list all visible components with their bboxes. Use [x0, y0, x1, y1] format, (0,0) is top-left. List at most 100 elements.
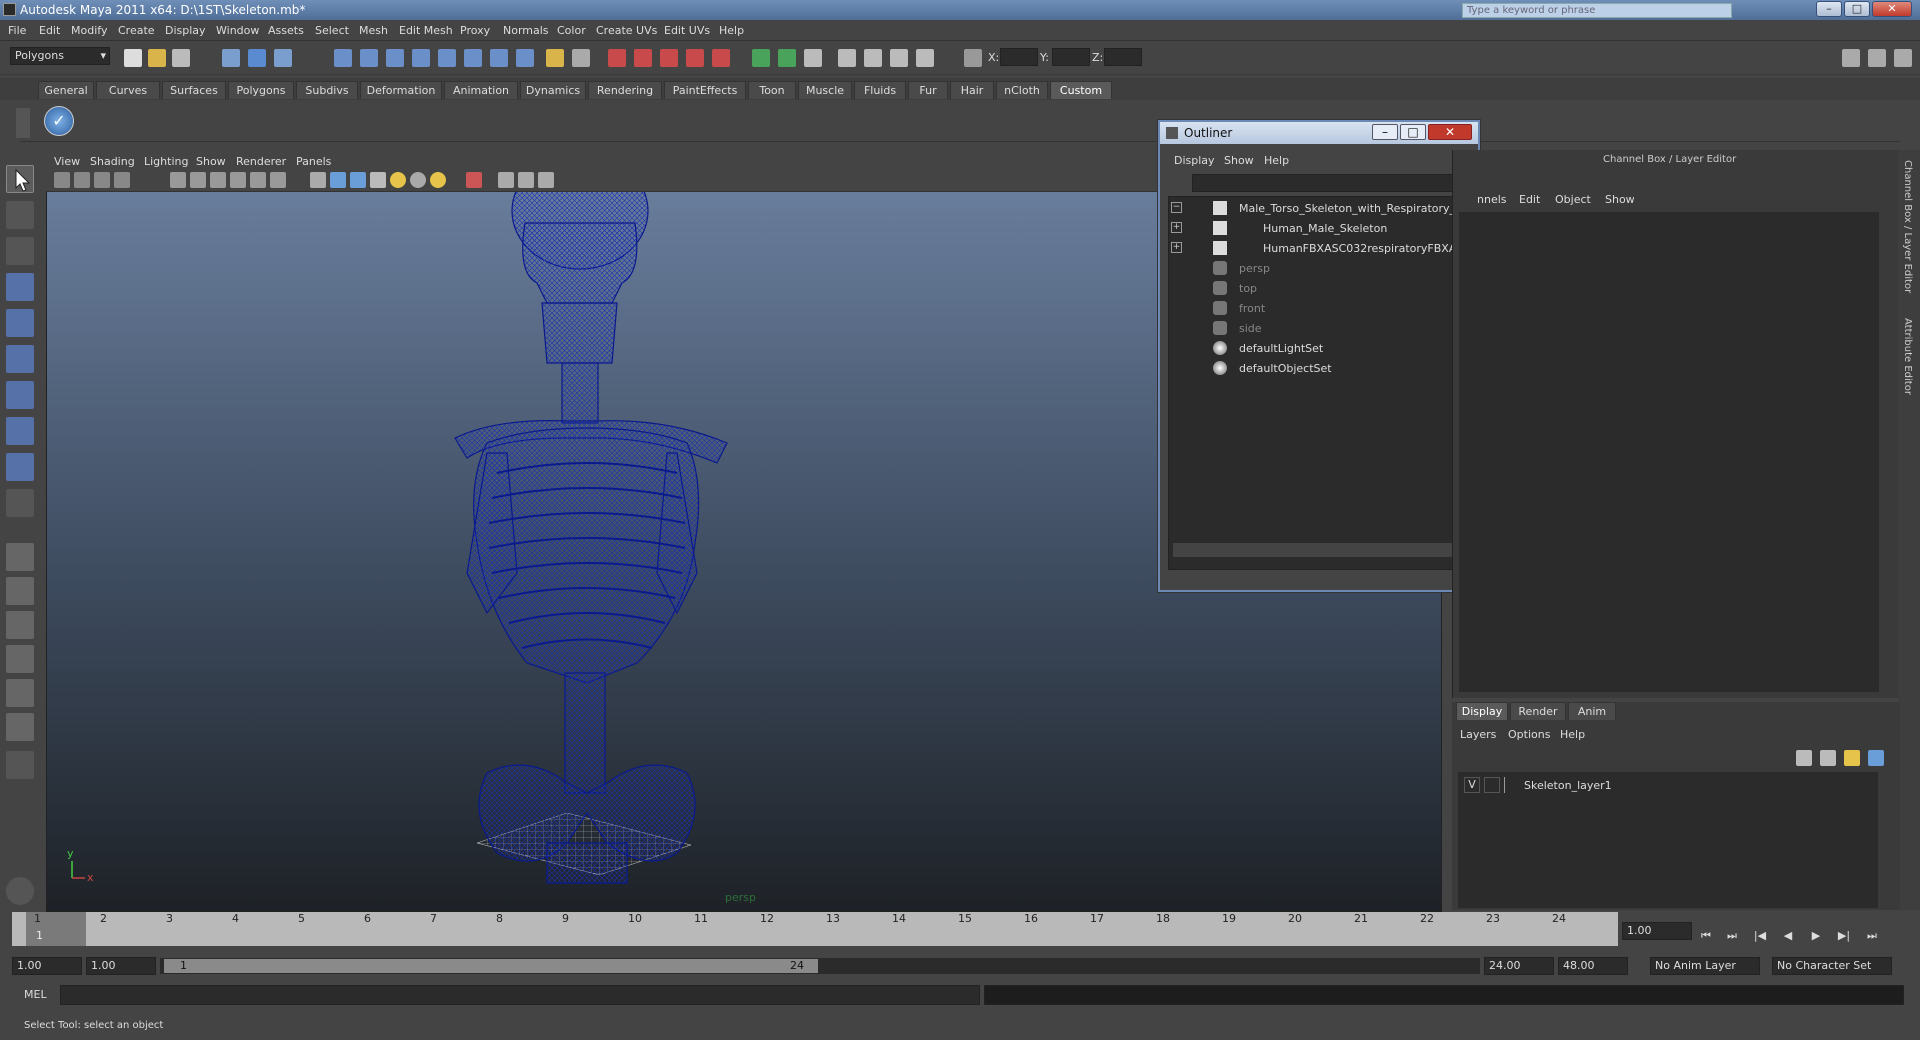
smooth-shade-icon[interactable]	[330, 172, 346, 188]
input-mode-icon[interactable]	[778, 49, 796, 67]
bookmark-icon[interactable]	[94, 172, 110, 188]
shelf-menu-icon[interactable]	[16, 108, 30, 138]
transform-icon[interactable]	[864, 49, 882, 67]
viewport-menu-show[interactable]: Show	[196, 155, 226, 168]
menu-select[interactable]: Select	[315, 24, 349, 37]
sculpt-icon[interactable]	[890, 49, 908, 67]
step-back-key-button[interactable]: ⏭	[1724, 928, 1740, 944]
step-back-frame-button[interactable]: |◀	[1752, 928, 1768, 944]
play-forwards-button[interactable]: ▶	[1808, 928, 1824, 944]
select-tool-icon[interactable]	[6, 165, 34, 193]
menu-edit-mesh[interactable]: Edit Mesh	[399, 24, 453, 37]
command-language-label[interactable]: MEL	[24, 988, 47, 1001]
new-layer-icon[interactable]	[1844, 750, 1860, 766]
textured-icon[interactable]	[370, 172, 386, 188]
safe-action-icon[interactable]	[270, 172, 286, 188]
transform-mode-icon[interactable]	[964, 49, 982, 67]
x-field[interactable]	[1000, 48, 1038, 66]
shelf-tab-animation[interactable]: Animation	[444, 81, 518, 99]
open-scene-icon[interactable]	[148, 49, 166, 67]
layer-visibility-toggle[interactable]: V	[1464, 777, 1480, 793]
xray-icon[interactable]	[498, 172, 514, 188]
uv-icon[interactable]	[916, 49, 934, 67]
menu-window[interactable]: Window	[216, 24, 259, 37]
menu-file[interactable]: File	[8, 24, 26, 37]
select-component-icon[interactable]	[274, 49, 292, 67]
menu-create-uvs[interactable]: Create UVs	[596, 24, 657, 37]
z-field[interactable]	[1104, 48, 1142, 66]
select-camera-icon[interactable]	[54, 172, 70, 188]
go-to-end-button[interactable]: ⏭	[1864, 928, 1880, 944]
outliner-horizontal-scrollbar[interactable]	[1173, 543, 1457, 557]
toggle-channel-box-icon[interactable]	[1842, 49, 1860, 67]
step-forward-frame-button[interactable]: ▶|	[1836, 928, 1852, 944]
viewport-menu-renderer[interactable]: Renderer	[236, 155, 286, 168]
toggle-attribute-editor-icon[interactable]	[1894, 49, 1912, 67]
film-gate-icon[interactable]	[190, 172, 206, 188]
y-field[interactable]	[1052, 48, 1090, 66]
character-set-dropdown[interactable]: No Character Set	[1772, 957, 1892, 975]
outliner-item[interactable]: + HumanFBXASC032respiratoryFBXASC03:	[1169, 241, 1489, 259]
soft-modification-icon[interactable]	[6, 417, 34, 445]
outliner-menu-show[interactable]: Show	[1224, 154, 1254, 167]
outliner-item[interactable]: front	[1169, 301, 1459, 319]
layer-tab-display[interactable]: Display	[1456, 702, 1508, 720]
layout-options-icon[interactable]	[6, 751, 34, 779]
all-lights-icon[interactable]	[410, 172, 426, 188]
shelf-tab-fur[interactable]: Fur	[908, 81, 948, 99]
shelf-tab-rendering[interactable]: Rendering	[588, 81, 662, 99]
shelf-tab-general[interactable]: General	[38, 81, 94, 99]
shelf-tab-curves[interactable]: Curves	[96, 81, 160, 99]
channel-box-menu-show[interactable]: Show	[1605, 193, 1635, 206]
anim-end-field[interactable]: 48.00	[1558, 957, 1628, 975]
layer-tab-render[interactable]: Render	[1510, 702, 1566, 720]
channel-box-menu-edit[interactable]: Edit	[1519, 193, 1540, 206]
shelf-tab-custom[interactable]: Custom	[1050, 81, 1112, 99]
shelf-tab-fluids[interactable]: Fluids	[854, 81, 906, 99]
resolution-gate-icon[interactable]	[210, 172, 226, 188]
gate-mask-icon[interactable]	[230, 172, 246, 188]
rotate-tool-icon[interactable]	[6, 309, 34, 337]
menu-normals[interactable]: Normals	[503, 24, 549, 37]
layer-row[interactable]: V Skeleton_layer1	[1458, 776, 1878, 796]
hypershade-icon[interactable]	[686, 49, 704, 67]
outliner-menu-display[interactable]: Display	[1174, 154, 1215, 167]
last-used-tool-icon[interactable]	[6, 489, 34, 517]
viewport-menu-panels[interactable]: Panels	[296, 155, 331, 168]
panel-icon[interactable]	[804, 49, 822, 67]
move-layer-up-icon[interactable]	[1796, 750, 1812, 766]
outliner-close-button[interactable]: ✕	[1428, 124, 1472, 140]
hand-icon[interactable]	[6, 877, 34, 905]
minimize-button[interactable]: –	[1816, 1, 1842, 17]
side-tab-channel-box[interactable]: Channel Box / Layer Editor	[1902, 160, 1913, 293]
camera-attributes-icon[interactable]	[74, 172, 90, 188]
outliner-item[interactable]: side	[1169, 321, 1459, 339]
new-scene-icon[interactable]	[124, 49, 142, 67]
history-icon[interactable]	[464, 49, 482, 67]
outliner-item[interactable]: defaultLightSet	[1169, 341, 1459, 359]
layer-menu-layers[interactable]: Layers	[1460, 728, 1496, 741]
lasso-tool-icon[interactable]	[6, 201, 34, 229]
layer-tab-anim[interactable]: Anim	[1568, 702, 1616, 720]
end-time-field[interactable]: 24.00	[1484, 957, 1554, 975]
menu-mesh[interactable]: Mesh	[359, 24, 388, 37]
shelf-tab-toon[interactable]: Toon	[748, 81, 796, 99]
component-xray-icon[interactable]	[538, 172, 554, 188]
play-backwards-button[interactable]: ◀	[1780, 928, 1796, 944]
shelf-tab-subdivs[interactable]: Subdivs	[296, 81, 358, 99]
render-view-icon[interactable]	[712, 49, 730, 67]
render-settings-icon[interactable]	[660, 49, 678, 67]
side-tab-attribute-editor[interactable]: Attribute Editor	[1902, 318, 1913, 395]
menu-display[interactable]: Display	[165, 24, 206, 37]
shelf-tab-polygons[interactable]: Polygons	[228, 81, 294, 99]
keyword-search-input[interactable]: Type a keyword or phrase	[1462, 3, 1732, 18]
go-to-start-button[interactable]: ⏮	[1698, 928, 1714, 944]
layer-menu-help[interactable]: Help	[1560, 728, 1585, 741]
channel-box-menu-channels[interactable]: nnels	[1477, 193, 1507, 206]
save-scene-icon[interactable]	[172, 49, 190, 67]
channel-box-menu-object[interactable]: Object	[1555, 193, 1591, 206]
start-time-field[interactable]: 1.00	[12, 957, 82, 975]
menu-proxy[interactable]: Proxy	[460, 24, 490, 37]
render-current-frame-icon[interactable]	[608, 49, 626, 67]
menu-help[interactable]: Help	[719, 24, 744, 37]
